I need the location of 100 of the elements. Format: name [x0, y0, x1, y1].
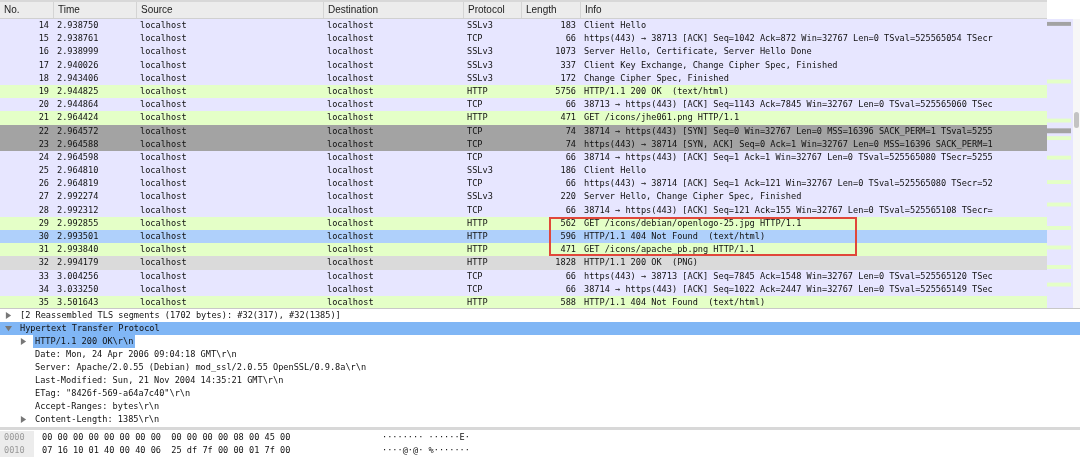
- source-address: localhost: [139, 256, 188, 270]
- destination-address: localhost: [326, 256, 375, 270]
- packet-number: 19: [37, 84, 50, 98]
- collapsed-triangle-icon[interactable]: [20, 338, 27, 345]
- packet-time: 2.940026: [56, 58, 100, 72]
- packet-time: 2.964819: [56, 177, 100, 191]
- packet-number: 35: [37, 295, 50, 308]
- packet-time: 2.944825: [56, 84, 100, 98]
- destination-address: localhost: [326, 282, 375, 296]
- packet-time: 2.964424: [56, 111, 100, 125]
- scrollbar-thumb[interactable]: [1074, 112, 1079, 128]
- packet-time: 2.992312: [56, 203, 100, 217]
- packet-length: 74: [564, 137, 577, 151]
- source-address: localhost: [139, 295, 188, 308]
- tree-item[interactable]: Date: Mon, 24 Apr 2006 09:04:18 GMT\r\n: [33, 348, 239, 361]
- hex-bytes: 07 16 10 01 40 00 40 06 25 df 7f 00 00 01 7f 00: [42, 444, 292, 457]
- packet-number: 30: [37, 230, 50, 243]
- packet-number: 18: [37, 71, 50, 85]
- tree-item[interactable]: [2 Reassembled TLS segments (1702 bytes): #32(317), #32(1385)]: [18, 309, 343, 322]
- column-header[interactable]: Length: [521, 2, 580, 18]
- packet-time: 2.964588: [56, 137, 100, 151]
- destination-address: localhost: [326, 58, 375, 72]
- packet-info: Client Hello: [583, 164, 648, 178]
- tree-item[interactable]: ETag: "8426f-569-a64a7c40"\r\n: [33, 387, 193, 400]
- packet-info: HTTP/1.1 404 Not Found (text/html): [583, 295, 767, 308]
- packet-number: 29: [37, 216, 50, 230]
- column-header[interactable]: No.: [0, 2, 53, 18]
- protocol-name: SSLv3: [466, 71, 494, 85]
- source-address: localhost: [139, 98, 188, 112]
- column-header[interactable]: Info: [580, 2, 1047, 18]
- packet-length: 66: [564, 32, 577, 46]
- packet-number: 34: [37, 282, 50, 296]
- hex-bytes: 00 00 00 00 00 00 00 00 00 00 00 00 08 00 45 00: [42, 431, 292, 444]
- protocol-name: HTTP: [466, 84, 489, 98]
- collapsed-triangle-icon[interactable]: [5, 312, 12, 319]
- source-address: localhost: [139, 164, 188, 178]
- packet-length: 66: [564, 282, 577, 296]
- column-header[interactable]: Source: [136, 2, 323, 18]
- ascii-bytes: ····@·@· %·······: [382, 444, 470, 457]
- source-address: localhost: [139, 203, 188, 217]
- packet-number: 20: [37, 98, 50, 112]
- tree-item[interactable]: Last-Modified: Sun, 21 Nov 2004 14:35:21 GMT\r\n: [33, 374, 286, 387]
- destination-address: localhost: [326, 19, 375, 32]
- protocol-name: TCP: [466, 177, 484, 191]
- tree-item[interactable]: Accept-Ranges: bytes\r\n: [33, 400, 162, 413]
- packet-time: 2.943406: [56, 71, 100, 85]
- packet-number: 14: [37, 19, 50, 32]
- protocol-name: TCP: [466, 269, 484, 283]
- source-address: localhost: [139, 150, 188, 164]
- destination-address: localhost: [326, 243, 375, 257]
- tree-item[interactable]: Server: Apache/2.0.55 (Debian) mod_ssl/2.0.55 OpenSSL/0.9.8a\r\n: [33, 361, 369, 374]
- column-header[interactable]: Destination: [323, 2, 463, 18]
- packet-time: 2.938761: [56, 32, 100, 46]
- destination-address: localhost: [326, 32, 375, 46]
- destination-address: localhost: [326, 295, 375, 308]
- packet-info: 38714 → https(443) [ACK] Seq=1 Ack=1 Win=32767 Len=0 TSval=525565080 TSecr=5255: [583, 150, 994, 164]
- packet-number: 32: [37, 256, 50, 270]
- source-address: localhost: [139, 84, 188, 98]
- source-address: localhost: [139, 58, 188, 72]
- packet-time: 2.992274: [56, 190, 100, 204]
- byte-offset: 0010: [0, 444, 34, 457]
- tree-item[interactable]: HTTP/1.1 200 OK\r\n: [33, 335, 136, 348]
- column-header[interactable]: Protocol: [463, 2, 521, 18]
- packet-length: 220: [559, 190, 577, 204]
- packet-row[interactable]: 30 2.993501 localhost localhost HTTP 596 HTTP/1.1 404 Not Found (text/html): [0, 230, 1047, 244]
- protocol-name: HTTP: [466, 243, 489, 257]
- packet-number: 15: [37, 32, 50, 46]
- protocol-name: HTTP: [466, 295, 489, 308]
- protocol-name: HTTP: [466, 111, 489, 125]
- packet-number: 21: [37, 111, 50, 125]
- packet-info: 38714 → https(443) [ACK] Seq=1022 Ack=2447 Win=32767 Len=0 TSval=525565149 TSec: [583, 282, 994, 296]
- packet-number: 24: [37, 150, 50, 164]
- protocol-name: SSLv3: [466, 45, 494, 59]
- destination-address: localhost: [326, 190, 375, 204]
- ascii-bytes: ········ ······E·: [382, 431, 470, 444]
- packet-time: 2.994179: [56, 256, 100, 270]
- packet-number: 25: [37, 164, 50, 178]
- packet-info: 38714 → https(443) [SYN] Seq=0 Win=32767 Len=0 MSS=16396 SACK_PERM=1 TSval=5255: [583, 124, 994, 138]
- protocol-name: SSLv3: [466, 58, 494, 72]
- packet-row[interactable]: 31 2.993840 localhost localhost HTTP 471 GET /icons/apache_pb.png HTTP/1.1: [0, 243, 1047, 257]
- tree-item[interactable]: Hypertext Transfer Protocol: [18, 322, 162, 335]
- packet-length: 596: [559, 230, 577, 243]
- packet-time: 2.964598: [56, 150, 100, 164]
- packet-length: 183: [559, 19, 577, 32]
- packet-time: 3.004256: [56, 269, 100, 283]
- protocol-name: TCP: [466, 150, 484, 164]
- packet-number: 16: [37, 45, 50, 59]
- tree-item[interactable]: Content-Length: 1385\r\n: [33, 413, 162, 426]
- packet-number: 22: [37, 124, 50, 138]
- collapsed-triangle-icon[interactable]: [20, 416, 27, 423]
- protocol-name: SSLv3: [466, 164, 494, 178]
- packet-row[interactable]: 21 2.964424 localhost localhost HTTP 471 GET /icons/jhe061.png HTTP/1.1: [0, 111, 1047, 125]
- packet-time: 2.944864: [56, 98, 100, 112]
- packet-info: https(443) → 38714 [SYN, ACK] Seq=0 Ack=1 Win=32767 Len=0 MSS=16396 SACK_PERM=1: [583, 137, 994, 151]
- protocol-name: TCP: [466, 282, 484, 296]
- packet-info: Server Hello, Certificate, Server Hello Done: [583, 45, 813, 59]
- protocol-name: SSLv3: [466, 19, 494, 32]
- column-header[interactable]: Time: [53, 2, 136, 18]
- packet-length: 5756: [554, 84, 577, 98]
- packet-row[interactable]: 32 2.994179 localhost localhost HTTP 1828 HTTP/1.1 200 OK (PNG): [0, 256, 1047, 270]
